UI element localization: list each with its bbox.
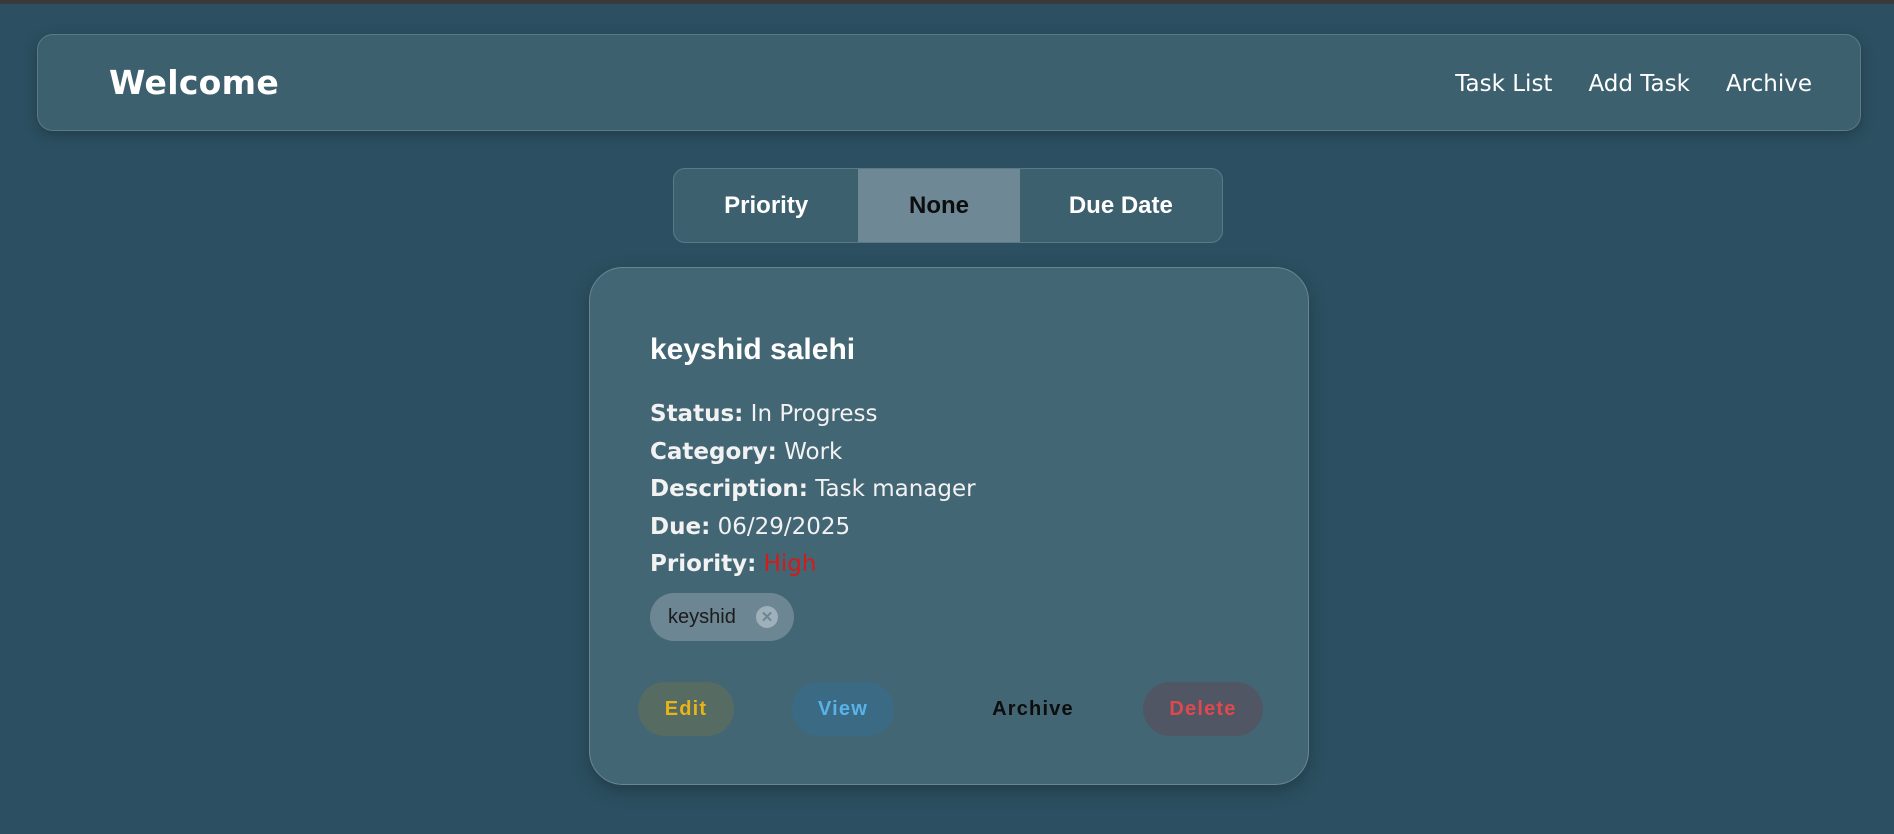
description-row: Description: Task manager	[650, 471, 976, 509]
priority-row: Priority: High	[650, 546, 976, 584]
window-top-border	[0, 0, 1894, 4]
sort-none-button[interactable]: None	[858, 169, 1020, 242]
description-value: Task manager	[815, 476, 976, 502]
nav-add-task-link[interactable]: Add Task	[1588, 71, 1689, 97]
priority-value: High	[763, 551, 817, 577]
delete-button[interactable]: Delete	[1143, 682, 1263, 736]
category-label: Category:	[650, 438, 777, 465]
status-label: Status:	[650, 401, 744, 427]
status-value: In Progress	[750, 401, 878, 427]
due-value: 06/29/2025	[717, 513, 851, 540]
tag-remove-icon[interactable]: ✕	[756, 606, 778, 628]
nav-links: Task List Add Task Archive	[1455, 71, 1812, 97]
sort-toggle: Priority None Due Date	[673, 168, 1223, 243]
description-label: Description:	[650, 476, 808, 502]
sort-priority-button[interactable]: Priority	[674, 169, 858, 242]
archive-button[interactable]: Archive	[960, 682, 1106, 736]
status-row: Status: In Progress	[650, 396, 976, 434]
task-title: keyshid salehi	[650, 333, 856, 366]
edit-button[interactable]: Edit	[638, 682, 734, 736]
priority-label: Priority:	[650, 551, 757, 577]
due-label: Due:	[650, 513, 711, 540]
category-value: Work	[784, 438, 843, 465]
due-row: Due: 06/29/2025	[650, 509, 976, 547]
category-row: Category: Work	[650, 434, 976, 472]
view-button[interactable]: View	[792, 682, 894, 736]
tag-label: keyshid	[668, 605, 736, 628]
nav-archive-link[interactable]: Archive	[1726, 71, 1812, 97]
nav-task-list-link[interactable]: Task List	[1455, 71, 1552, 97]
brand-title: Welcome	[109, 63, 280, 102]
task-card: keyshid salehi Status: In Progress Categ…	[589, 267, 1309, 785]
task-fields: Status: In Progress Category: Work Descr…	[650, 396, 976, 584]
navbar: Welcome Task List Add Task Archive	[37, 34, 1861, 131]
sort-due-date-button[interactable]: Due Date	[1020, 169, 1222, 242]
tag-chip: keyshid ✕	[650, 593, 794, 641]
